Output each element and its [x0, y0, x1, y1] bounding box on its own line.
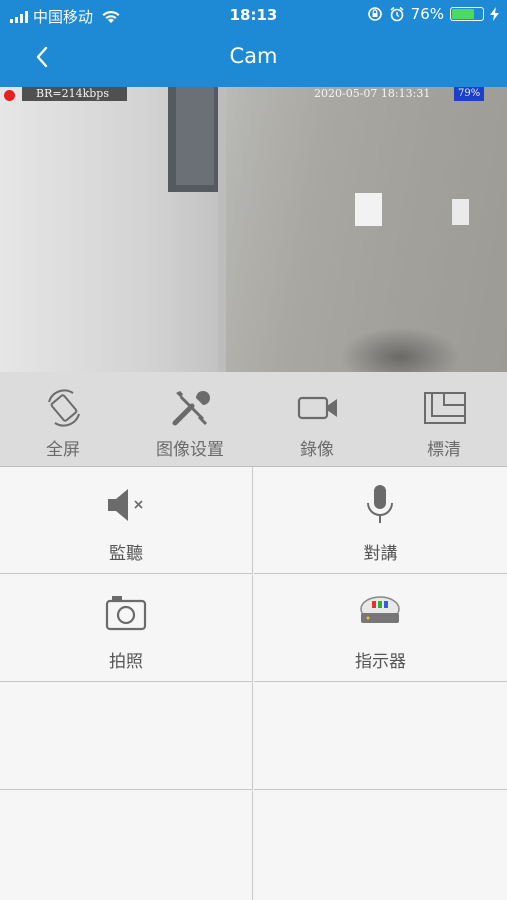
- talk-button[interactable]: 對講: [254, 467, 507, 574]
- fullscreen-button[interactable]: 全屏: [0, 372, 126, 466]
- quality-button[interactable]: 標清: [381, 372, 507, 466]
- status-bar: 中国移动 18:13 76%: [0, 0, 507, 32]
- snapshot-button[interactable]: 拍照: [0, 575, 253, 682]
- battery-icon: [450, 7, 484, 21]
- video-toolbar: 全屏 图像设置 錄像 標清: [0, 372, 507, 467]
- function-grid: 監聽 對講 拍照 指示器: [0, 467, 507, 900]
- quality-label: 標清: [427, 440, 461, 460]
- indicator-label: 指示器: [355, 652, 406, 672]
- layout-quality-icon: [424, 392, 466, 424]
- indicator-lights-icon: [360, 596, 400, 623]
- empty-cell: [254, 791, 507, 900]
- empty-cell: [0, 683, 253, 790]
- empty-cell: [254, 683, 507, 790]
- alarm-icon: [390, 6, 404, 22]
- navigation-bar: Cam: [0, 32, 507, 87]
- indicator-button[interactable]: 指示器: [254, 575, 507, 682]
- listen-button[interactable]: 監聽: [0, 467, 253, 574]
- listen-label: 監聽: [109, 544, 143, 564]
- record-video-button[interactable]: 錄像: [254, 372, 380, 466]
- battery-percent: 76%: [410, 5, 444, 23]
- top-bar: 中国移动 18:13 76% Cam: [0, 0, 507, 87]
- rotate-screen-icon: [48, 389, 80, 427]
- charging-bolt-icon: [490, 7, 499, 21]
- timestamp-overlay: 2020-05-07 18:13:31: [314, 87, 431, 100]
- camera-video-feed[interactable]: BR=214kbps 2020-05-07 18:13:31 79%: [0, 87, 507, 372]
- speaker-mute-icon: [108, 489, 143, 521]
- talk-label: 對講: [363, 544, 398, 564]
- signal-badge-overlay: 79%: [454, 87, 485, 101]
- record-video-label: 錄像: [300, 440, 334, 460]
- camera-icon: [105, 596, 147, 631]
- status-right: 76%: [367, 5, 499, 23]
- page-title: Cam: [229, 44, 278, 68]
- record-indicator: [4, 90, 15, 101]
- wrench-screwdriver-icon: [172, 391, 210, 426]
- fullscreen-label: 全屏: [46, 440, 80, 460]
- image-settings-label: 图像设置: [156, 440, 224, 460]
- snapshot-label: 拍照: [109, 652, 143, 672]
- bitrate-overlay: BR=214kbps: [22, 87, 127, 101]
- video-camera-icon: [297, 396, 337, 420]
- microphone-icon: [367, 485, 393, 523]
- image-settings-button[interactable]: 图像设置: [127, 372, 253, 466]
- rotation-lock-icon: [367, 7, 382, 21]
- empty-cell: [0, 791, 253, 900]
